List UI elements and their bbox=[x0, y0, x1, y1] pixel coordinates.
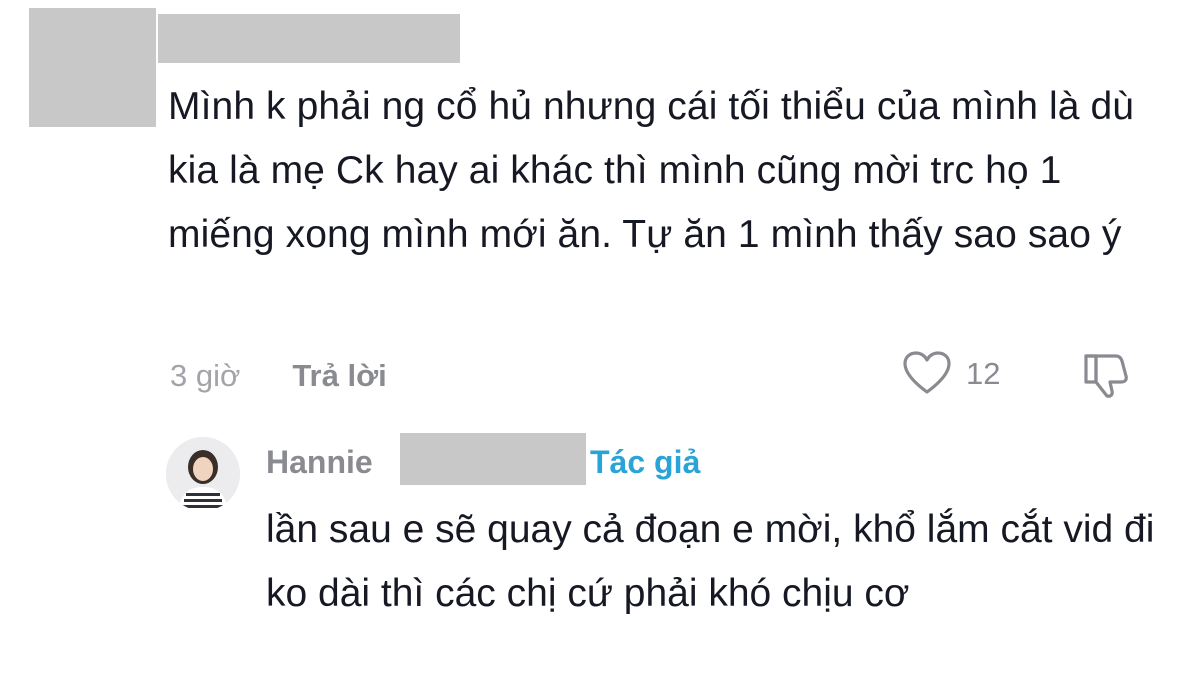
reply-author-name-redacted bbox=[400, 433, 586, 485]
reply-button[interactable]: Trả lời bbox=[292, 358, 386, 394]
heart-outline-icon[interactable] bbox=[902, 350, 952, 396]
comment-meta-row: 3 giờ Trả lời bbox=[170, 352, 387, 400]
thumbs-down-icon[interactable] bbox=[1082, 350, 1132, 400]
author-badge: Tác giả bbox=[590, 444, 701, 480]
reply-author-avatar[interactable] bbox=[166, 437, 240, 511]
commenter-username-redacted bbox=[158, 14, 460, 63]
like-count: 12 bbox=[966, 356, 1001, 391]
comment-text: Mình k phải ng cổ hủ nhưng cái tối thiểu… bbox=[168, 85, 1135, 256]
comment-timestamp: 3 giờ bbox=[170, 358, 241, 393]
reply-author-name[interactable]: Hannie bbox=[266, 444, 373, 481]
reply-text: lần sau e sẽ quay cả đoạn e mời, khổ lắm… bbox=[266, 508, 1155, 615]
commenter-avatar-redacted bbox=[29, 8, 156, 127]
